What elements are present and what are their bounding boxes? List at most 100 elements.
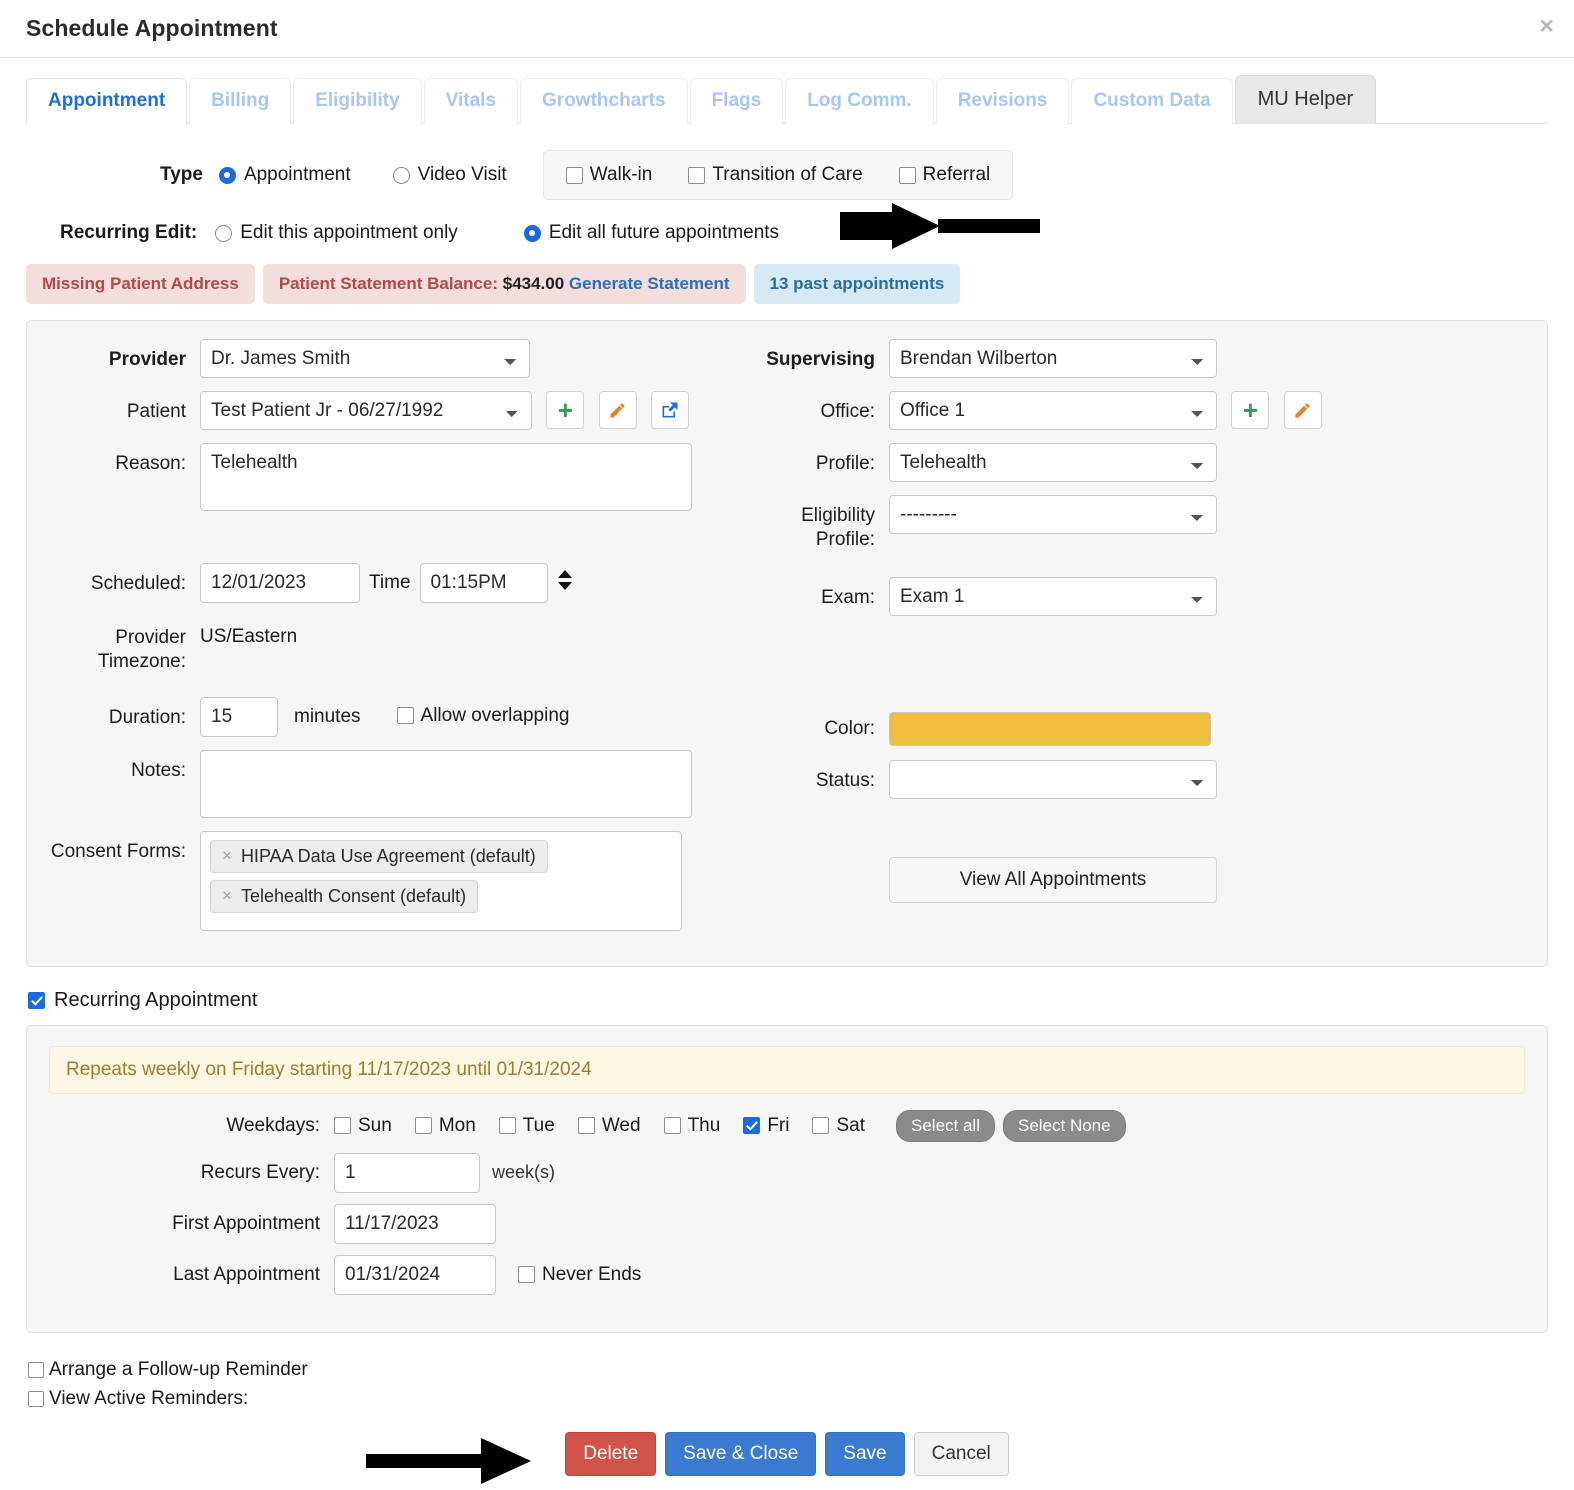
tab-appointment[interactable]: Appointment xyxy=(26,78,188,125)
view-all-spacer xyxy=(739,857,889,866)
page-title: Schedule Appointment xyxy=(26,15,278,41)
footer-button-row: Delete Save & Close Save Cancel xyxy=(0,1431,1574,1484)
checkbox-view-active-reminders[interactable]: View Active Reminders: xyxy=(0,1388,1574,1410)
radio-edit-this-only-label: Edit this appointment only xyxy=(240,222,458,243)
color-swatch[interactable] xyxy=(889,711,1211,746)
weekday-fri-label: Fri xyxy=(767,1114,790,1136)
scheduled-date-input[interactable] xyxy=(200,563,360,603)
remove-chip-icon[interactable]: × xyxy=(222,846,232,866)
radio-edit-this-only[interactable]: Edit this appointment only xyxy=(215,222,458,244)
add-office-button[interactable]: + xyxy=(1231,391,1270,429)
tab-log-comm[interactable]: Log Comm. xyxy=(785,78,934,124)
cancel-button[interactable]: Cancel xyxy=(913,1431,1009,1476)
remove-chip-icon[interactable]: × xyxy=(222,886,232,906)
checkbox-never-ends[interactable]: Never Ends xyxy=(518,1264,641,1286)
recurring-appointment-label: Recurring Appointment xyxy=(54,988,258,1011)
last-appointment-input[interactable] xyxy=(334,1254,496,1295)
time-stepper[interactable] xyxy=(557,570,572,590)
open-patient-chart-button[interactable] xyxy=(650,391,689,429)
status-select[interactable] xyxy=(889,759,1217,799)
checkbox-weekday-sun[interactable]: Sun xyxy=(334,1115,392,1137)
first-appointment-label: First Appointment xyxy=(172,1212,320,1234)
status-label: Status: xyxy=(815,769,875,791)
checkbox-weekday-tue[interactable]: Tue xyxy=(498,1115,555,1137)
tab-revisions[interactable]: Revisions xyxy=(935,78,1070,124)
provider-select[interactable]: Dr. James Smith xyxy=(200,339,530,378)
checkbox-icon xyxy=(577,1117,595,1135)
select-none-weekdays-button[interactable]: Select None xyxy=(1002,1109,1126,1142)
last-appointment-row: Last Appointment Never Ends xyxy=(49,1254,1525,1295)
recurrence-summary: Repeats weekly on Friday starting 11/17/… xyxy=(49,1045,1525,1094)
consent-chip: × Telehealth Consent (default) xyxy=(210,879,479,913)
select-all-weekdays-button[interactable]: Select all xyxy=(896,1109,995,1142)
badge-patient-statement-balance: Patient Statement Balance: $434.00 Gener… xyxy=(262,264,746,304)
exam-select[interactable]: Exam 1 xyxy=(889,576,1217,616)
edit-office-button[interactable] xyxy=(1283,391,1322,429)
close-icon[interactable]: × xyxy=(1539,14,1554,39)
checkbox-weekday-thu[interactable]: Thu xyxy=(663,1114,721,1137)
save-and-close-button[interactable]: Save & Close xyxy=(665,1431,817,1476)
field-exam: Exam: Exam 1 xyxy=(739,576,1547,616)
eligibility-profile-select[interactable]: --------- xyxy=(889,495,1217,534)
checkbox-icon xyxy=(812,1117,830,1135)
timezone-label: Provider Timezone: xyxy=(98,627,186,673)
weekday-thu-label: Thu xyxy=(687,1114,721,1136)
radio-video-visit-label: Video Visit xyxy=(417,164,507,185)
recurs-every-input[interactable] xyxy=(334,1152,480,1193)
checkbox-weekday-wed[interactable]: Wed xyxy=(577,1115,641,1137)
tab-growthcharts[interactable]: Growthcharts xyxy=(520,78,688,124)
profile-select[interactable]: Telehealth xyxy=(889,443,1217,482)
checkbox-arrange-follow-up[interactable]: Arrange a Follow-up Reminder xyxy=(0,1359,1574,1381)
first-appointment-input[interactable] xyxy=(334,1203,496,1244)
checkbox-weekday-mon[interactable]: Mon xyxy=(414,1114,476,1137)
radio-edit-all-future-label: Edit all future appointments xyxy=(548,222,780,243)
reason-textarea[interactable]: Telehealth xyxy=(200,443,692,511)
patient-select[interactable]: Test Patient Jr - 06/27/1992 xyxy=(200,391,532,430)
generate-statement-link[interactable]: Generate Statement xyxy=(569,274,730,293)
notes-textarea[interactable] xyxy=(200,749,692,818)
checkbox-weekday-fri[interactable]: Fri xyxy=(743,1115,789,1137)
save-button[interactable]: Save xyxy=(825,1431,905,1476)
first-appointment-row: First Appointment xyxy=(49,1203,1525,1244)
checkbox-referral[interactable]: Referral xyxy=(898,164,990,186)
appointment-form-panel: Provider Dr. James Smith Patient Test Pa… xyxy=(26,320,1548,967)
supervising-select[interactable]: Brendan Wilberton xyxy=(889,339,1217,378)
tab-billing[interactable]: Billing xyxy=(189,78,292,124)
view-all-appointments-button[interactable]: View All Appointments xyxy=(889,856,1217,903)
checkbox-allow-overlapping[interactable]: Allow overlapping xyxy=(396,697,569,727)
office-select[interactable]: Office 1 xyxy=(889,391,1217,430)
time-input[interactable] xyxy=(419,563,548,603)
share-external-icon xyxy=(662,402,678,418)
checkbox-weekday-sat[interactable]: Sat xyxy=(812,1115,865,1137)
badge-missing-patient-address[interactable]: Missing Patient Address xyxy=(26,264,255,304)
radio-dot-icon xyxy=(392,166,410,184)
arrange-follow-up-label: Arrange a Follow-up Reminder xyxy=(49,1358,308,1380)
duration-input[interactable] xyxy=(200,696,278,737)
field-consent-forms: Consent Forms: × HIPAA Data Use Agreemen… xyxy=(35,830,727,931)
recurring-appointment-toggle[interactable]: Recurring Appointment xyxy=(0,967,1574,1012)
tab-custom-data[interactable]: Custom Data xyxy=(1071,78,1233,124)
checkbox-icon xyxy=(414,1117,432,1135)
tab-eligibility[interactable]: Eligibility xyxy=(293,78,422,124)
consent-forms-list[interactable]: × HIPAA Data Use Agreement (default) × T… xyxy=(200,830,682,931)
radio-edit-all-future[interactable]: Edit all future appointments xyxy=(523,222,780,244)
edit-patient-button[interactable] xyxy=(598,391,637,429)
tab-vitals[interactable]: Vitals xyxy=(423,78,519,124)
weekday-mon-label: Mon xyxy=(438,1114,476,1136)
recurs-every-label: Recurs Every: xyxy=(200,1161,320,1183)
tab-mu-helper[interactable]: MU Helper xyxy=(1234,75,1377,124)
never-ends-label: Never Ends xyxy=(542,1263,642,1285)
tab-flags[interactable]: Flags xyxy=(689,78,784,124)
tab-bar: Appointment Billing Eligibility Vitals G… xyxy=(0,58,1574,125)
radio-appointment[interactable]: Appointment xyxy=(218,164,351,186)
reason-label: Reason: xyxy=(115,453,186,474)
chevron-up-icon xyxy=(557,570,572,578)
radio-video-visit[interactable]: Video Visit xyxy=(392,164,507,186)
add-patient-button[interactable]: + xyxy=(546,391,585,429)
last-appointment-label: Last Appointment xyxy=(173,1263,320,1285)
badge-past-appointments[interactable]: 13 past appointments xyxy=(753,264,961,304)
consent-forms-label: Consent Forms: xyxy=(50,840,186,862)
plus-icon: + xyxy=(1242,395,1258,425)
checkbox-walk-in[interactable]: Walk-in xyxy=(565,164,652,186)
checkbox-transition-of-care[interactable]: Transition of Care xyxy=(688,164,863,186)
